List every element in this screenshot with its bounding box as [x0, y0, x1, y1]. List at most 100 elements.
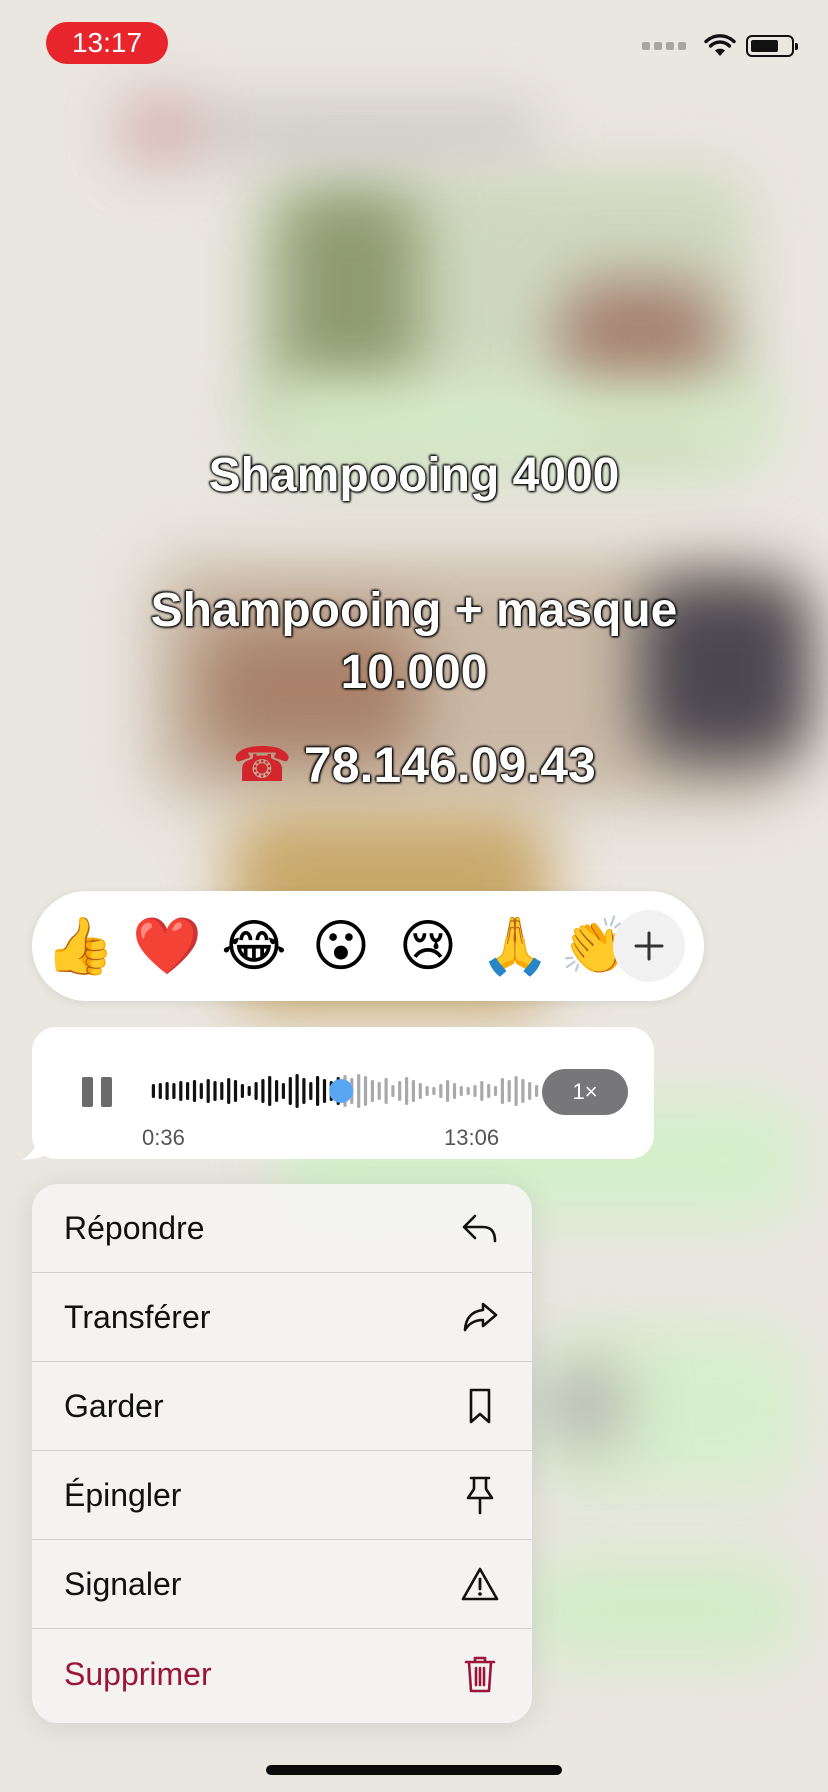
waveform-bar — [227, 1078, 231, 1104]
waveform-bar — [158, 1083, 162, 1099]
waveform-bar — [391, 1085, 395, 1097]
waveform-bar — [466, 1087, 470, 1095]
waveform-bar — [233, 1080, 238, 1102]
menu-item-label: Épingler — [64, 1476, 182, 1513]
overlay-line-price-shampoo: Shampooing 4000 — [208, 449, 620, 502]
total-duration: 13:06 — [444, 1125, 500, 1150]
waveform-bar — [309, 1082, 313, 1100]
plus-icon — [634, 931, 664, 961]
home-indicator — [266, 1765, 562, 1775]
reaction-red-heart[interactable]: ❤️ — [132, 913, 202, 979]
add-reaction-button[interactable] — [613, 910, 685, 982]
menu-item-reply[interactable]: Répondre — [32, 1184, 532, 1273]
reply-icon — [460, 1208, 500, 1248]
menu-item-forward[interactable]: Transférer — [32, 1273, 532, 1362]
reaction-tears-of-joy[interactable]: 😂 — [221, 913, 287, 979]
waveform-bar — [254, 1082, 258, 1100]
audio-waveform[interactable] — [150, 1057, 540, 1125]
waveform-bar — [199, 1083, 203, 1099]
waveform-bar — [480, 1081, 484, 1101]
waveform-bar — [247, 1086, 251, 1096]
waveform-bar — [528, 1082, 532, 1100]
waveform-bar — [493, 1086, 498, 1096]
waveform-bar — [240, 1084, 244, 1098]
waveform-bar — [514, 1076, 518, 1106]
waveform-bar — [500, 1078, 504, 1104]
waveform-bar — [405, 1077, 409, 1105]
waveform-bar — [172, 1083, 176, 1099]
battery-icon — [746, 35, 798, 57]
waveform-bar — [425, 1086, 429, 1096]
menu-item-label: Supprimer — [64, 1655, 212, 1692]
waveform-bar — [459, 1086, 463, 1096]
reaction-surprised-face[interactable]: 😮 — [308, 913, 374, 979]
status-icons — [642, 34, 798, 58]
bookmark-icon — [460, 1386, 500, 1426]
waveform-bar — [220, 1082, 224, 1100]
overlay-line-price-bundle: Shampooing + masque 10.000 — [0, 580, 828, 704]
elapsed-time: 0:36 — [142, 1125, 185, 1150]
warning-icon — [460, 1564, 500, 1604]
forward-icon — [460, 1297, 500, 1337]
voice-message-bubble[interactable]: 0:36 13:06 1× — [32, 1027, 654, 1159]
waveform-bar — [288, 1077, 292, 1105]
cellular-signal-icon — [642, 42, 686, 50]
waveform-bar — [487, 1084, 491, 1098]
menu-item-report[interactable]: Signaler — [32, 1540, 532, 1629]
waveform-scrubber[interactable] — [329, 1079, 354, 1103]
menu-item-label: Garder — [64, 1387, 164, 1424]
menu-item-delete[interactable]: Supprimer — [32, 1629, 532, 1719]
telephone-icon: ☎ — [232, 739, 292, 792]
waveform-bar — [507, 1080, 511, 1102]
waveform-bar — [521, 1079, 525, 1103]
overlay-bundle-label: Shampooing + masque — [150, 584, 678, 637]
waveform-bar — [357, 1074, 361, 1108]
reaction-folded-hands[interactable]: 🙏 — [480, 913, 550, 979]
menu-item-label: Transférer — [64, 1298, 211, 1335]
overlay-phone-number: 78.146.09.43 — [303, 737, 596, 793]
overlay-phone-line: ☎ 78.146.09.43 — [0, 736, 828, 794]
waveform-bar — [179, 1081, 183, 1101]
menu-item-label: Signaler — [64, 1565, 182, 1602]
wifi-icon — [704, 34, 736, 56]
waveform-bar — [473, 1085, 477, 1097]
waveform-bar — [281, 1083, 285, 1099]
menu-item-label: Répondre — [64, 1209, 205, 1246]
waveform-bar — [377, 1082, 381, 1100]
waveform-bar — [452, 1083, 457, 1099]
waveform-bar — [206, 1079, 210, 1103]
message-context-menu: Répondre Transférer Garder Épingler Sign… — [32, 1184, 532, 1723]
overlay-bundle-price: 10.000 — [340, 646, 488, 699]
waveform-bar — [411, 1080, 415, 1102]
waveform-bar — [384, 1078, 388, 1104]
waveform-bar — [295, 1074, 299, 1108]
waveform-bar — [268, 1076, 272, 1106]
reaction-bar: 👍 ❤️ 😂 😮 😢 🙏 👏 — [32, 891, 704, 1001]
waveform-bar — [151, 1084, 155, 1098]
waveform-bar — [316, 1076, 320, 1106]
menu-item-save[interactable]: Garder — [32, 1362, 532, 1451]
menu-item-pin[interactable]: Épingler — [32, 1451, 532, 1540]
waveform-bar — [165, 1082, 169, 1100]
waveform-bar — [322, 1079, 327, 1103]
trash-icon — [460, 1654, 500, 1694]
status-time: 13:17 — [46, 22, 168, 64]
pin-icon — [460, 1475, 500, 1515]
waveform-bar — [192, 1080, 197, 1102]
waveform-bar — [261, 1079, 265, 1103]
waveform-bar — [418, 1083, 422, 1099]
waveform-bar — [432, 1087, 436, 1095]
waveform-bar — [535, 1085, 539, 1097]
waveform-bar — [446, 1080, 450, 1102]
waveform-bar — [439, 1084, 443, 1098]
pause-button[interactable] — [80, 1075, 114, 1109]
waveform-bar — [275, 1080, 279, 1102]
waveform-bar — [186, 1082, 190, 1100]
waveform-bar — [363, 1076, 368, 1106]
reaction-crying-face[interactable]: 😢 — [395, 913, 461, 979]
waveform-bar — [213, 1081, 217, 1101]
playback-speed-button[interactable]: 1× — [542, 1069, 628, 1115]
waveform-bar — [302, 1078, 306, 1104]
reaction-thumbs-up[interactable]: 👍 — [45, 913, 115, 979]
waveform-bar — [398, 1081, 402, 1101]
